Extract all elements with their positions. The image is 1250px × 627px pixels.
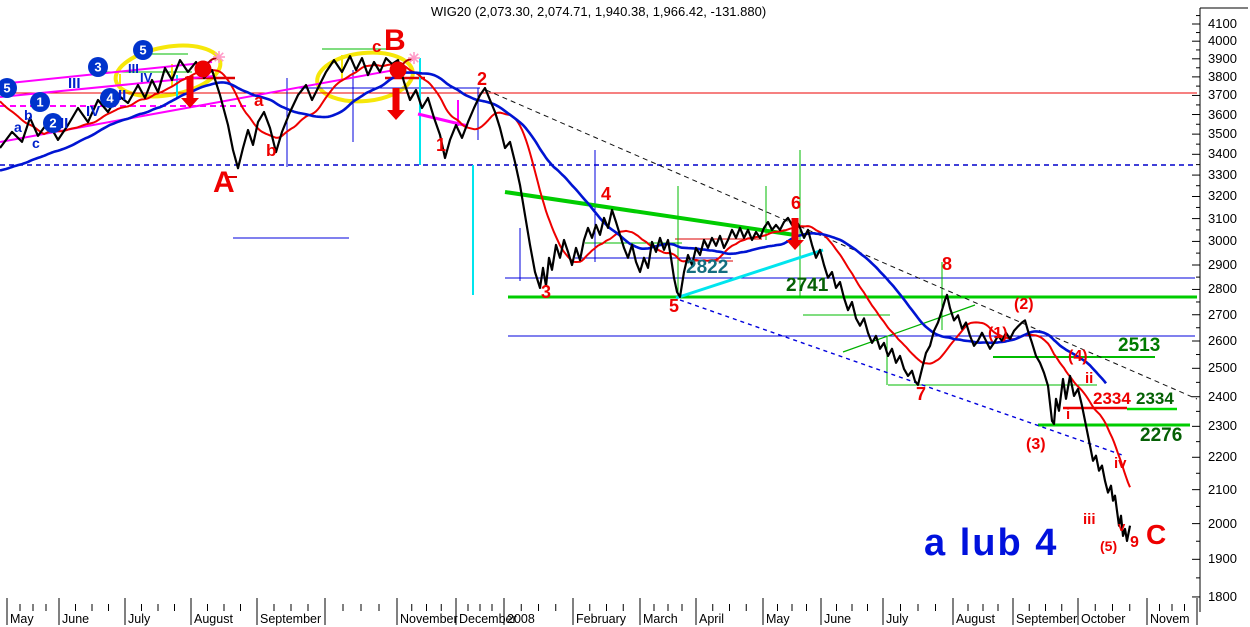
trend-line xyxy=(675,248,824,300)
circled-wave-number: 5 xyxy=(139,43,146,58)
circled-wave-number: 3 xyxy=(94,60,101,75)
trend-line xyxy=(504,190,796,237)
circled-wave-number: 5 xyxy=(3,81,10,96)
circled-wave-number: 4 xyxy=(106,91,114,106)
trend-line xyxy=(679,299,1126,457)
circled-wave-number: 1 xyxy=(36,95,43,110)
chart-window: WIG20 (2,073.30, 2,074.71, 1,940.38, 1,9… xyxy=(0,0,1250,627)
fast-ma-line xyxy=(0,63,1131,488)
sell-arrow-head xyxy=(387,110,405,120)
trend-line xyxy=(842,304,976,353)
circled-wave-number: 2 xyxy=(49,116,56,131)
sell-arrow-head xyxy=(786,240,804,250)
price-chart-canvas: 5 12 3 4 5 xyxy=(0,7,1248,625)
trend-line xyxy=(485,89,1198,400)
